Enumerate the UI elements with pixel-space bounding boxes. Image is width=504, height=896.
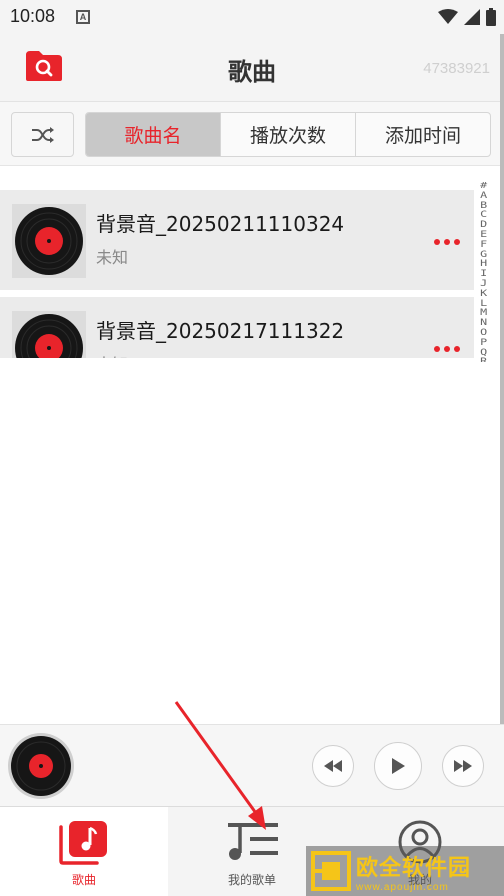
song-list: 背景音_20250211110324 未知 背景音_20250217111322…: [0, 190, 474, 358]
status-icons: [438, 8, 496, 26]
scroll-edge: [500, 34, 504, 764]
vinyl-record-icon: [15, 207, 83, 275]
watermark-url: www.apoujin.com: [356, 881, 449, 893]
signal-icon: [464, 9, 480, 25]
watermark: 欧全软件园 www.apoujin.com: [306, 846, 504, 896]
song-title: 背景音_20250211110324: [96, 212, 345, 236]
status-bar: 10:08 A: [0, 0, 504, 34]
status-time: 10:08: [10, 6, 56, 26]
nav-label: 我的歌单: [227, 873, 276, 887]
shuffle-icon: [31, 126, 54, 143]
nav-item-songs[interactable]: 歌曲: [0, 807, 168, 896]
vinyl-record-icon: [15, 314, 83, 358]
watermark-logo-icon: [311, 851, 351, 891]
song-list-item[interactable]: 背景音_20250211110324 未知: [0, 190, 474, 290]
song-artist: 未知: [96, 351, 128, 358]
play-icon: [392, 758, 405, 774]
previous-button[interactable]: [312, 745, 354, 787]
song-artist: 未知: [96, 248, 129, 267]
shuffle-button[interactable]: [11, 112, 74, 157]
more-options-button[interactable]: [434, 236, 464, 248]
battery-icon: [486, 8, 496, 26]
now-playing-disc[interactable]: [8, 733, 74, 799]
music-library-icon: [59, 821, 107, 865]
index-letter[interactable]: R: [480, 358, 487, 362]
song-list-item[interactable]: 背景音_20250217111322 未知: [0, 297, 474, 358]
next-icon: [454, 760, 472, 772]
vinyl-record-icon: [8, 733, 74, 799]
sort-tabs: 歌曲名 播放次数 添加时间: [85, 112, 491, 157]
tab-play-count[interactable]: 播放次数: [221, 113, 356, 156]
nav-label: 歌曲: [71, 873, 96, 887]
previous-icon: [324, 760, 342, 772]
album-art: [12, 204, 86, 278]
notification-a-icon: A: [76, 10, 90, 24]
header-code: 47383921: [423, 60, 490, 77]
tab-song-name[interactable]: 歌曲名: [86, 113, 221, 156]
album-art: [12, 311, 86, 358]
play-button[interactable]: [374, 742, 422, 790]
next-button[interactable]: [442, 745, 484, 787]
app-header: 歌曲 47383921: [0, 34, 504, 102]
tab-added-time[interactable]: 添加时间: [356, 113, 490, 156]
wifi-icon: [438, 9, 458, 24]
more-options-button[interactable]: [434, 343, 464, 355]
sort-bar: 歌曲名 播放次数 添加时间: [0, 102, 504, 166]
watermark-text: 欧全软件园: [356, 855, 472, 881]
song-title: 背景音_20250217111322: [96, 319, 345, 343]
alphabet-index-bar[interactable]: #ABCDEFGHIJKLMNOPQRSTUVW: [476, 182, 492, 362]
annotation-arrow: [174, 701, 266, 830]
